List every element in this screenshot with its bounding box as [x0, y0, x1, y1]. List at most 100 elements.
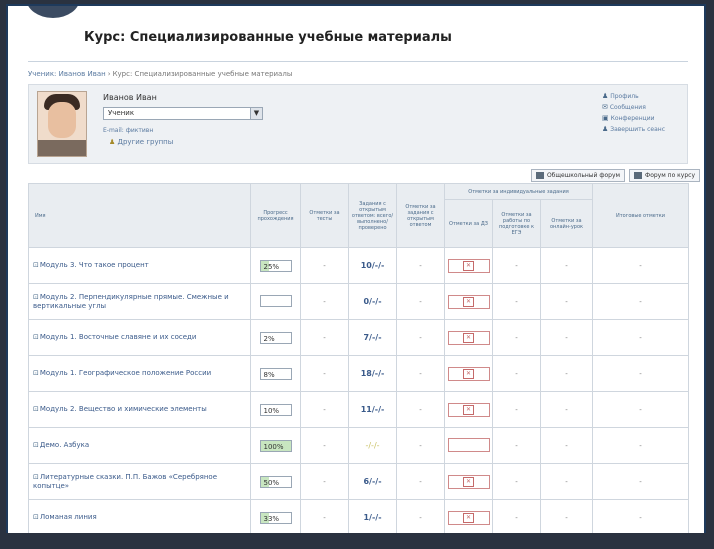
progress-badge: 2%	[259, 331, 292, 344]
logout-icon: ♟	[601, 125, 609, 133]
hw-mark-box[interactable]: ✕	[447, 294, 490, 309]
module-icon: ⊡	[33, 513, 39, 521]
progress-cell: 25%	[250, 247, 301, 284]
forum-icon	[634, 172, 643, 179]
open-marks-cell: -	[396, 427, 445, 464]
module-icon: ⊡	[33, 405, 39, 413]
open-tasks-score: 7/-/-	[363, 333, 382, 342]
module-link[interactable]: ⊡Модуль 1. Географическое положение Росс…	[28, 355, 251, 392]
module-name: Литературные сказки. П.П. Бажов «Серебря…	[33, 472, 218, 490]
final-marks-cell: -	[592, 463, 690, 500]
col-test-marks: Отметки за тесты	[300, 183, 349, 248]
chevron-down-icon[interactable]: ▼	[250, 108, 262, 119]
table-row: ⊡Модуль 2. Перпендикулярные прямые. Смеж…	[28, 283, 690, 320]
module-link[interactable]: ⊡Модуль 3. Что такое процент	[28, 247, 251, 284]
open-tasks-cell[interactable]: 6/-/-	[348, 463, 397, 500]
module-icon: ⊡	[33, 292, 39, 301]
open-tasks-cell[interactable]: 11/-/-	[348, 391, 397, 428]
user-name: Иванов Иван	[103, 93, 157, 102]
hw-mark-box[interactable]: ✕	[447, 510, 490, 525]
hw-mark-box[interactable]: ✕	[447, 366, 490, 381]
progress-badge: 8%	[259, 367, 292, 380]
general-forum-button[interactable]: Общешкольный форум	[530, 169, 626, 182]
logo	[26, 6, 80, 18]
user-panel: Иванов Иван Ученик ▼ E-mail: фиктивн ♟ Д…	[28, 84, 688, 164]
hw-mark-box[interactable]: ✕	[447, 474, 490, 489]
hw-marks-cell: ✕	[444, 247, 493, 284]
conferences-link[interactable]: ▣ Конференции	[602, 113, 665, 124]
test-marks-cell: -	[300, 427, 349, 464]
mail-icon: ✉	[601, 103, 608, 111]
module-name: Ломаная линия	[39, 513, 97, 521]
profile-icon: ♟	[601, 92, 609, 100]
avatar	[37, 91, 87, 157]
module-icon: ⊡	[33, 472, 39, 481]
course-forum-button[interactable]: Форум по курсу	[629, 169, 700, 182]
messages-link[interactable]: ✉ Сообщения	[602, 102, 665, 113]
exam-marks-cell: -	[492, 355, 541, 392]
open-tasks-cell[interactable]: 1/-/-	[348, 499, 397, 536]
breadcrumb: Ученик: Иванов Иван › Курс: Специализирова…	[28, 70, 293, 78]
course-forum-label: Форум по курсу	[645, 172, 695, 179]
module-name: Демо. Азбука	[39, 441, 90, 449]
edit-mark-icon[interactable]: ✕	[463, 404, 474, 415]
online-marks-cell: -	[539, 247, 594, 284]
online-marks-cell: -	[539, 463, 594, 500]
final-marks-cell: -	[592, 355, 690, 392]
conferences-label: Конференции	[610, 115, 655, 122]
progress-cell: 100%	[250, 427, 301, 464]
table-row: ⊡Модуль 3. Что такое процент 25% -10/-/- - ✕…	[28, 247, 690, 284]
edit-mark-icon[interactable]: ✕	[463, 296, 474, 307]
module-name: Модуль 1. Восточные славяне и их соседи	[39, 333, 197, 341]
hw-mark-box[interactable]: ✕	[447, 330, 490, 345]
progress-table: Имя Прогресс прохождения Отметки за тест…	[28, 183, 690, 539]
module-name: Модуль 2. Перпендикулярные прямые. Смежн…	[33, 292, 229, 310]
user-groups-link[interactable]: ♟ Другие группы	[109, 138, 173, 146]
role-select[interactable]: Ученик ▼	[103, 107, 263, 120]
logout-link[interactable]: ♟ Завершить сеанс	[602, 124, 665, 135]
profile-link[interactable]: ♟ Профиль	[602, 91, 665, 102]
breadcrumb-student-link[interactable]: Ученик: Иванов Иван	[28, 70, 106, 78]
module-link[interactable]: ⊡Демо. Азбука	[28, 427, 251, 464]
progress-badge	[259, 294, 292, 307]
open-tasks-cell[interactable]: 18/-/-	[348, 355, 397, 392]
open-tasks-cell[interactable]: 7/-/-	[348, 319, 397, 356]
module-icon: ⊡	[33, 441, 39, 449]
final-marks-cell: -	[592, 427, 690, 464]
module-link[interactable]: ⊡Ломаная линия	[28, 499, 251, 536]
edit-mark-icon[interactable]: ✕	[463, 476, 474, 487]
logout-label: Завершить сеанс	[610, 126, 665, 133]
exam-marks-cell: -	[492, 319, 541, 356]
col-open-tasks: Задания с открытым ответом: всего/ выпол…	[348, 183, 397, 248]
module-link[interactable]: ⊡Модуль 1. Восточные славяне и их соседи	[28, 319, 251, 356]
progress-badge: 25%	[259, 259, 292, 272]
hw-mark-box[interactable]: ✕	[447, 402, 490, 417]
online-marks-cell: -	[539, 355, 594, 392]
module-link[interactable]: ⊡Модуль 2. Перпендикулярные прямые. Смеж…	[28, 283, 251, 320]
test-marks-cell: -	[300, 463, 349, 500]
edit-mark-icon[interactable]: ✕	[463, 260, 474, 271]
hw-marks-cell: ✕	[444, 463, 493, 500]
group-icon: ♟	[109, 138, 116, 146]
module-link[interactable]: ⊡Модуль 2. Вещество и химические элемент…	[28, 391, 251, 428]
table-row: ⊡Модуль 1. Восточные славяне и их соседи…	[28, 319, 690, 356]
table-row: ⊡Модуль 1. Географическое положение Росс…	[28, 355, 690, 392]
hw-mark-box[interactable]	[447, 437, 490, 452]
open-tasks-score: -/-/-	[365, 441, 380, 450]
user-email-link[interactable]: E-mail: фиктивн	[103, 127, 153, 134]
open-tasks-cell[interactable]: 10/-/-	[348, 247, 397, 284]
test-marks-cell: -	[300, 499, 349, 536]
edit-mark-icon[interactable]: ✕	[463, 332, 474, 343]
hw-mark-box[interactable]: ✕	[447, 258, 490, 273]
open-tasks-cell[interactable]: 0/-/-	[348, 283, 397, 320]
module-link[interactable]: ⊡Литературные сказки. П.П. Бажов «Серебр…	[28, 463, 251, 500]
forum-icon	[535, 172, 544, 179]
test-marks-cell: -	[300, 283, 349, 320]
open-tasks-cell[interactable]: -/-/-	[348, 427, 397, 464]
user-groups-label: Другие группы	[117, 138, 174, 146]
hw-marks-cell: ✕	[444, 391, 493, 428]
edit-mark-icon[interactable]: ✕	[463, 368, 474, 379]
open-tasks-score: 18/-/-	[360, 369, 385, 378]
table-row: ⊡Модуль 2. Вещество и химические элемент…	[28, 391, 690, 428]
edit-mark-icon[interactable]: ✕	[463, 512, 474, 523]
